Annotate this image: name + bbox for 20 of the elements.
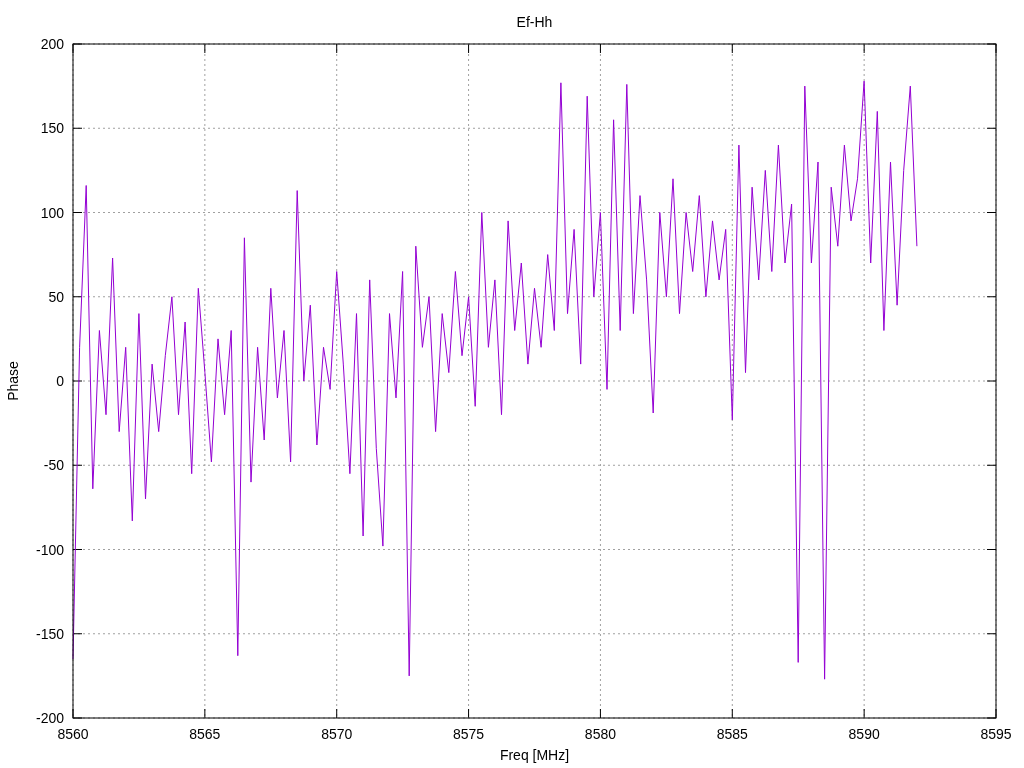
tick-label: -150 [35, 625, 64, 642]
tick-label: 8590 [848, 726, 880, 742]
tick-label: -50 [43, 457, 64, 474]
tick-label: 150 [40, 120, 64, 137]
tick-label: 8570 [321, 726, 353, 742]
tick-label: 200 [40, 36, 64, 52]
chart-title: Ef-Hh [516, 14, 553, 30]
tick-label: 8565 [189, 726, 221, 742]
tick-label: 0 [56, 373, 64, 389]
tick-label: -100 [35, 541, 64, 558]
tick-label: 100 [40, 204, 64, 221]
x-axis-label: Freq [MHz] [499, 747, 570, 763]
tick-label: 8595 [980, 726, 1012, 742]
tick-label: 8585 [716, 726, 748, 742]
y-axis-label: Phase [5, 361, 21, 401]
tick-label: 50 [48, 288, 64, 305]
tick-label: 8575 [453, 726, 485, 742]
tick-label: 8560 [57, 726, 89, 742]
tick-label: 8580 [584, 726, 616, 742]
tick-label: -200 [35, 710, 64, 726]
